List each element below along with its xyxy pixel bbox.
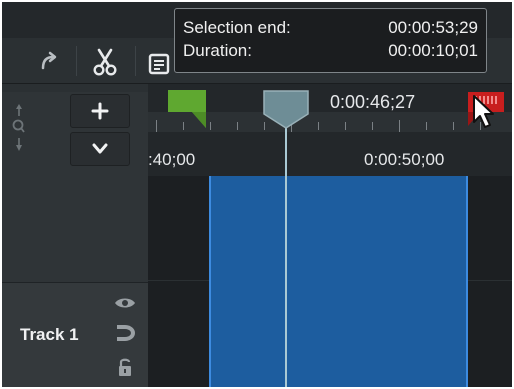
timeline-selection[interactable] xyxy=(209,176,468,387)
editor-frame: Track 1:40;00 0:00:50;00 0:00:46;27 Sel… xyxy=(2,2,512,387)
toolbar-divider xyxy=(135,46,136,76)
scissors-icon[interactable] xyxy=(88,46,122,78)
clipboard-icon[interactable] xyxy=(144,50,174,78)
ruler-tick xyxy=(372,122,373,130)
playhead-time-label: 0:00:46;27 xyxy=(330,92,416,112)
ruler-tick xyxy=(345,122,346,130)
plus-icon xyxy=(91,102,109,120)
ruler-tick xyxy=(210,122,211,130)
in-point-marker[interactable] xyxy=(166,88,210,130)
playhead-line xyxy=(285,106,287,387)
toolbar-divider xyxy=(76,46,77,76)
selection-tooltip: Selection end: 00:00:53;29 Duration: 00:… xyxy=(174,8,487,73)
ruler-tick xyxy=(237,122,238,130)
ruler-tick xyxy=(318,122,319,130)
zoom-icon[interactable] xyxy=(10,100,28,156)
track-header[interactable]: Track 1 xyxy=(2,282,148,387)
ruler-tick xyxy=(399,120,400,132)
expand-button[interactable] xyxy=(70,132,130,166)
ruler-tick-label: 0:00:50;00 xyxy=(364,150,445,169)
track-name: Track 1 xyxy=(20,325,79,344)
redo-arrow-icon[interactable] xyxy=(36,48,62,74)
ruler-tick xyxy=(453,122,454,130)
lock-icon[interactable] xyxy=(112,355,138,379)
eye-icon[interactable] xyxy=(112,293,138,313)
chevron-down-icon xyxy=(92,143,108,154)
add-track-button[interactable] xyxy=(70,94,130,128)
ruler-tick xyxy=(426,122,427,130)
ruler-tick-label: :40;00 xyxy=(148,150,196,169)
magnet-icon[interactable] xyxy=(112,323,138,343)
playhead-icon[interactable] xyxy=(261,88,311,130)
ruler-tick xyxy=(156,120,157,132)
timeline-area[interactable]: :40;00 0:00:50;00 0:00:46;27 xyxy=(148,84,512,387)
selection-end-label: Selection end: xyxy=(183,18,291,37)
selection-end-value: 00:00:53;29 xyxy=(388,18,478,37)
duration-label: Duration: xyxy=(183,41,252,60)
duration-value: 00:00:10;01 xyxy=(388,41,478,60)
mouse-cursor-icon xyxy=(473,95,494,128)
